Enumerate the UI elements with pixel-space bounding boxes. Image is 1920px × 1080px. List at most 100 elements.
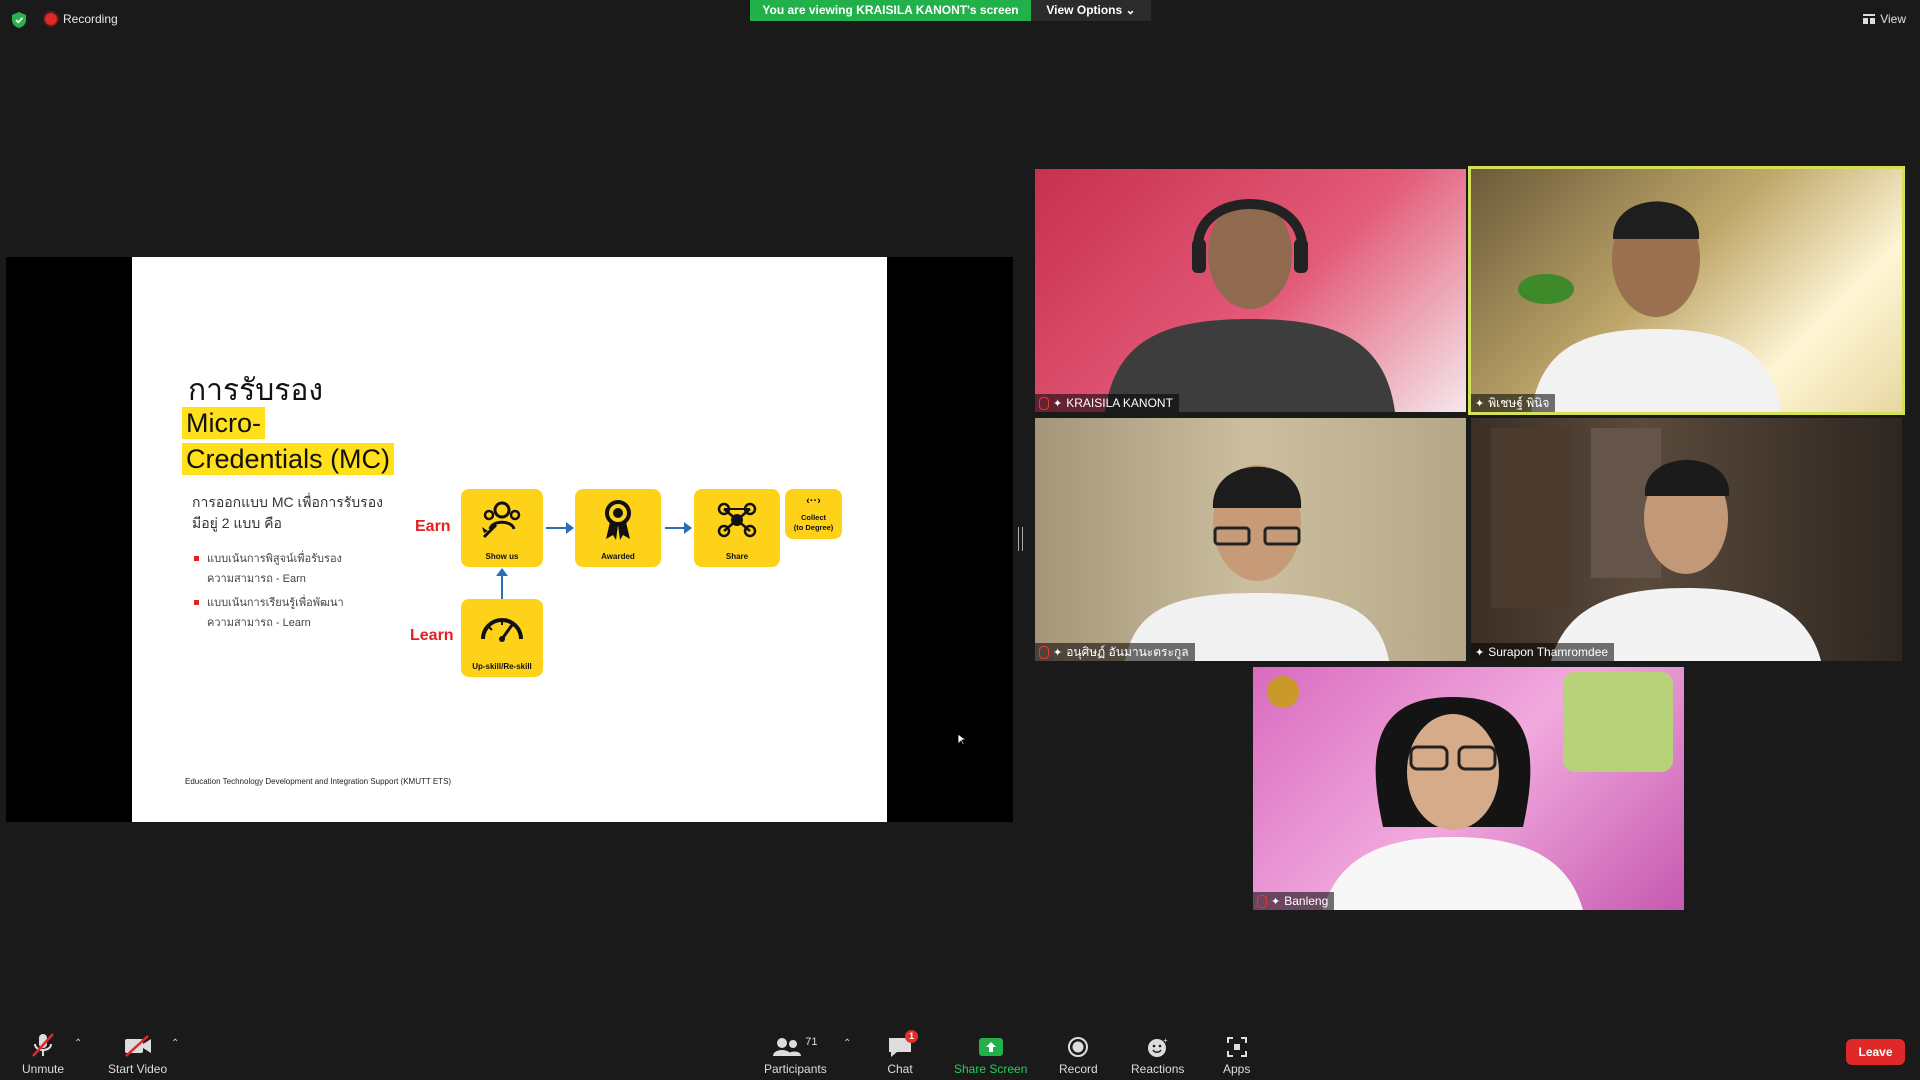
apps-label: Apps	[1223, 1062, 1251, 1076]
arrow-head-icon	[496, 568, 508, 576]
participants-count: 71	[805, 1036, 818, 1048]
video-tile[interactable]: ✦ KRAISILA KANONT	[1035, 169, 1466, 412]
unmute-button[interactable]: Unmute	[22, 1032, 64, 1076]
reactions-label: Reactions	[1131, 1062, 1185, 1076]
recording-label: Recording	[63, 12, 118, 26]
slide-bullets: แบบเน้นการพิสูจน์เพื่อรับรอง ความสามารถ …	[194, 549, 344, 637]
collect-sublabel: (to Degree)	[793, 523, 834, 532]
slide-intro: การออกแบบ MC เพื่อการรับรอง มีอยู่ 2 แบบ…	[192, 492, 392, 534]
chevron-up-icon[interactable]: ⌃	[171, 1038, 179, 1049]
record-button[interactable]: Record	[1059, 1032, 1098, 1076]
participant-avatar	[1491, 428, 1821, 661]
pin-icon: ✦	[1475, 397, 1485, 410]
bullet-marker	[194, 556, 199, 561]
recording-icon	[45, 13, 57, 25]
chat-label: Chat	[887, 1062, 913, 1076]
code-brackets-icon: ‹··›	[806, 495, 821, 507]
record-label: Record	[1059, 1062, 1098, 1076]
apps-button[interactable]: Apps	[1223, 1032, 1250, 1076]
bullet-item: แบบเน้นการเรียนรู้เพื่อพัฒนา ความสามารถ …	[194, 593, 344, 633]
slide-title-line1: Micro-	[182, 407, 265, 439]
learn-label: Learn	[410, 627, 454, 644]
share-box: Share	[694, 489, 780, 567]
view-button[interactable]: View	[1863, 12, 1906, 26]
share-label: Share	[725, 552, 749, 561]
share-screen-label: Share Screen	[954, 1062, 1028, 1076]
apps-icon	[1226, 1037, 1247, 1057]
pin-icon: ✦	[1475, 646, 1485, 659]
bullet-line-1: แบบเน้นการเรียนรู้เพื่อพัฒนา	[207, 597, 344, 609]
award-ribbon-icon	[605, 500, 631, 540]
meeting-toolbar: Unmute ⌃ Start Video ⌃ 71 Participants ⌃	[0, 1024, 1920, 1080]
recording-indicator[interactable]: Recording	[45, 12, 118, 26]
participant-avatar	[1518, 201, 1781, 412]
intro-line-2: มีอยู่ 2 แบบ คือ	[192, 515, 282, 531]
arrow-connector	[501, 575, 503, 599]
bullet-line-2: ความสามารถ - Learn	[207, 617, 311, 629]
share-screen-icon	[978, 1038, 1003, 1056]
video-off-icon	[124, 1035, 151, 1057]
view-options-label: View Options	[1046, 3, 1123, 17]
participant-nameplate: ✦ อนุศิษฏ์ อันมานะตระกูล	[1035, 643, 1195, 661]
video-tile[interactable]: ✦ อนุศิษฏ์ อันมานะตระกูล	[1035, 418, 1466, 661]
collect-label: Collect	[800, 513, 826, 522]
chevron-up-icon[interactable]: ⌃	[843, 1038, 851, 1049]
intro-line-1: การออกแบบ MC เพื่อการรับรอง	[192, 494, 383, 510]
participants-icon	[773, 1038, 802, 1056]
chat-button[interactable]: Chat 1	[887, 1030, 918, 1076]
participant-name: KRAISILA KANONT	[1066, 396, 1173, 410]
mic-muted-icon	[32, 1033, 54, 1057]
grid-view-icon	[1863, 14, 1876, 24]
bullet-line-1: แบบเน้นการพิสูจน์เพื่อรับรอง	[207, 553, 342, 565]
participant-nameplate: ✦ Surapon Thamromdee	[1471, 643, 1615, 661]
participant-avatar	[1125, 465, 1389, 661]
upskill-box: Up-skill/Re-skill	[461, 599, 543, 677]
collect-box: ‹··› Collect (to Degree)	[785, 489, 842, 539]
shield-icon[interactable]	[12, 12, 26, 28]
splitter-handle[interactable]	[1018, 527, 1023, 551]
mic-muted-icon	[1039, 645, 1049, 659]
mic-muted-icon	[1257, 894, 1267, 908]
show-us-box: Show us	[461, 489, 543, 567]
reactions-button[interactable]: + Reactions	[1131, 1032, 1184, 1076]
participant-avatar	[1267, 672, 1673, 910]
chat-notification-badge: 1	[905, 1030, 918, 1043]
svg-text:+: +	[1163, 1036, 1168, 1045]
record-icon	[1068, 1037, 1089, 1057]
arrow-head-icon	[566, 522, 574, 534]
video-tile-active-speaker[interactable]: ✦ พิเชษฐ์ พินิจ	[1468, 166, 1905, 415]
chevron-down-icon: ⌄	[1125, 3, 1136, 17]
awarded-box: Awarded	[575, 489, 661, 567]
participant-name: Surapon Thamromdee	[1488, 645, 1609, 659]
pin-icon: ✦	[1053, 646, 1063, 659]
bullet-marker	[194, 600, 199, 605]
mouse-cursor-icon	[958, 734, 966, 746]
top-bar: Recording You are viewing KRAISILA KANON…	[0, 0, 1920, 40]
mic-muted-icon	[1039, 396, 1049, 410]
awarded-label: Awarded	[601, 552, 635, 561]
slide-title-line2: Credentials (MC)	[182, 443, 395, 475]
participants-button[interactable]: 71 Participants	[764, 1032, 827, 1076]
video-tile[interactable]: ✦ Banleng	[1253, 667, 1684, 910]
slide-footer: Education Technology Development and Int…	[185, 777, 452, 786]
participant-nameplate: ✦ พิเชษฐ์ พินิจ	[1471, 394, 1556, 412]
participant-name: อนุศิษฏ์ อันมานะตระกูล	[1066, 644, 1189, 659]
participant-nameplate: ✦ KRAISILA KANONT	[1035, 394, 1179, 412]
participant-name: พิเชษฐ์ พินิจ	[1488, 395, 1550, 410]
speedometer-icon	[481, 618, 523, 642]
participant-avatar	[1105, 199, 1395, 412]
start-video-button[interactable]: Start Video	[108, 1032, 167, 1076]
pin-icon: ✦	[1053, 397, 1063, 410]
video-tile[interactable]: ✦ Surapon Thamromdee	[1471, 418, 1902, 661]
participant-name: Banleng	[1284, 894, 1329, 908]
chevron-up-icon[interactable]: ⌃	[74, 1038, 82, 1049]
participants-label: Participants	[764, 1062, 827, 1076]
show-us-label: Show us	[485, 552, 519, 561]
bullet-item: แบบเน้นการพิสูจน์เพื่อรับรอง ความสามารถ …	[194, 549, 344, 589]
view-options-button[interactable]: View Options ⌄	[1031, 0, 1151, 21]
start-video-label: Start Video	[108, 1062, 168, 1076]
presentation-slide: การรับรอง Micro- Credentials (MC) การออก…	[132, 257, 887, 822]
leave-button[interactable]: Leave	[1846, 1039, 1905, 1065]
share-screen-button[interactable]: Share Screen	[954, 1032, 1027, 1076]
upskill-label: Up-skill/Re-skill	[472, 662, 532, 671]
